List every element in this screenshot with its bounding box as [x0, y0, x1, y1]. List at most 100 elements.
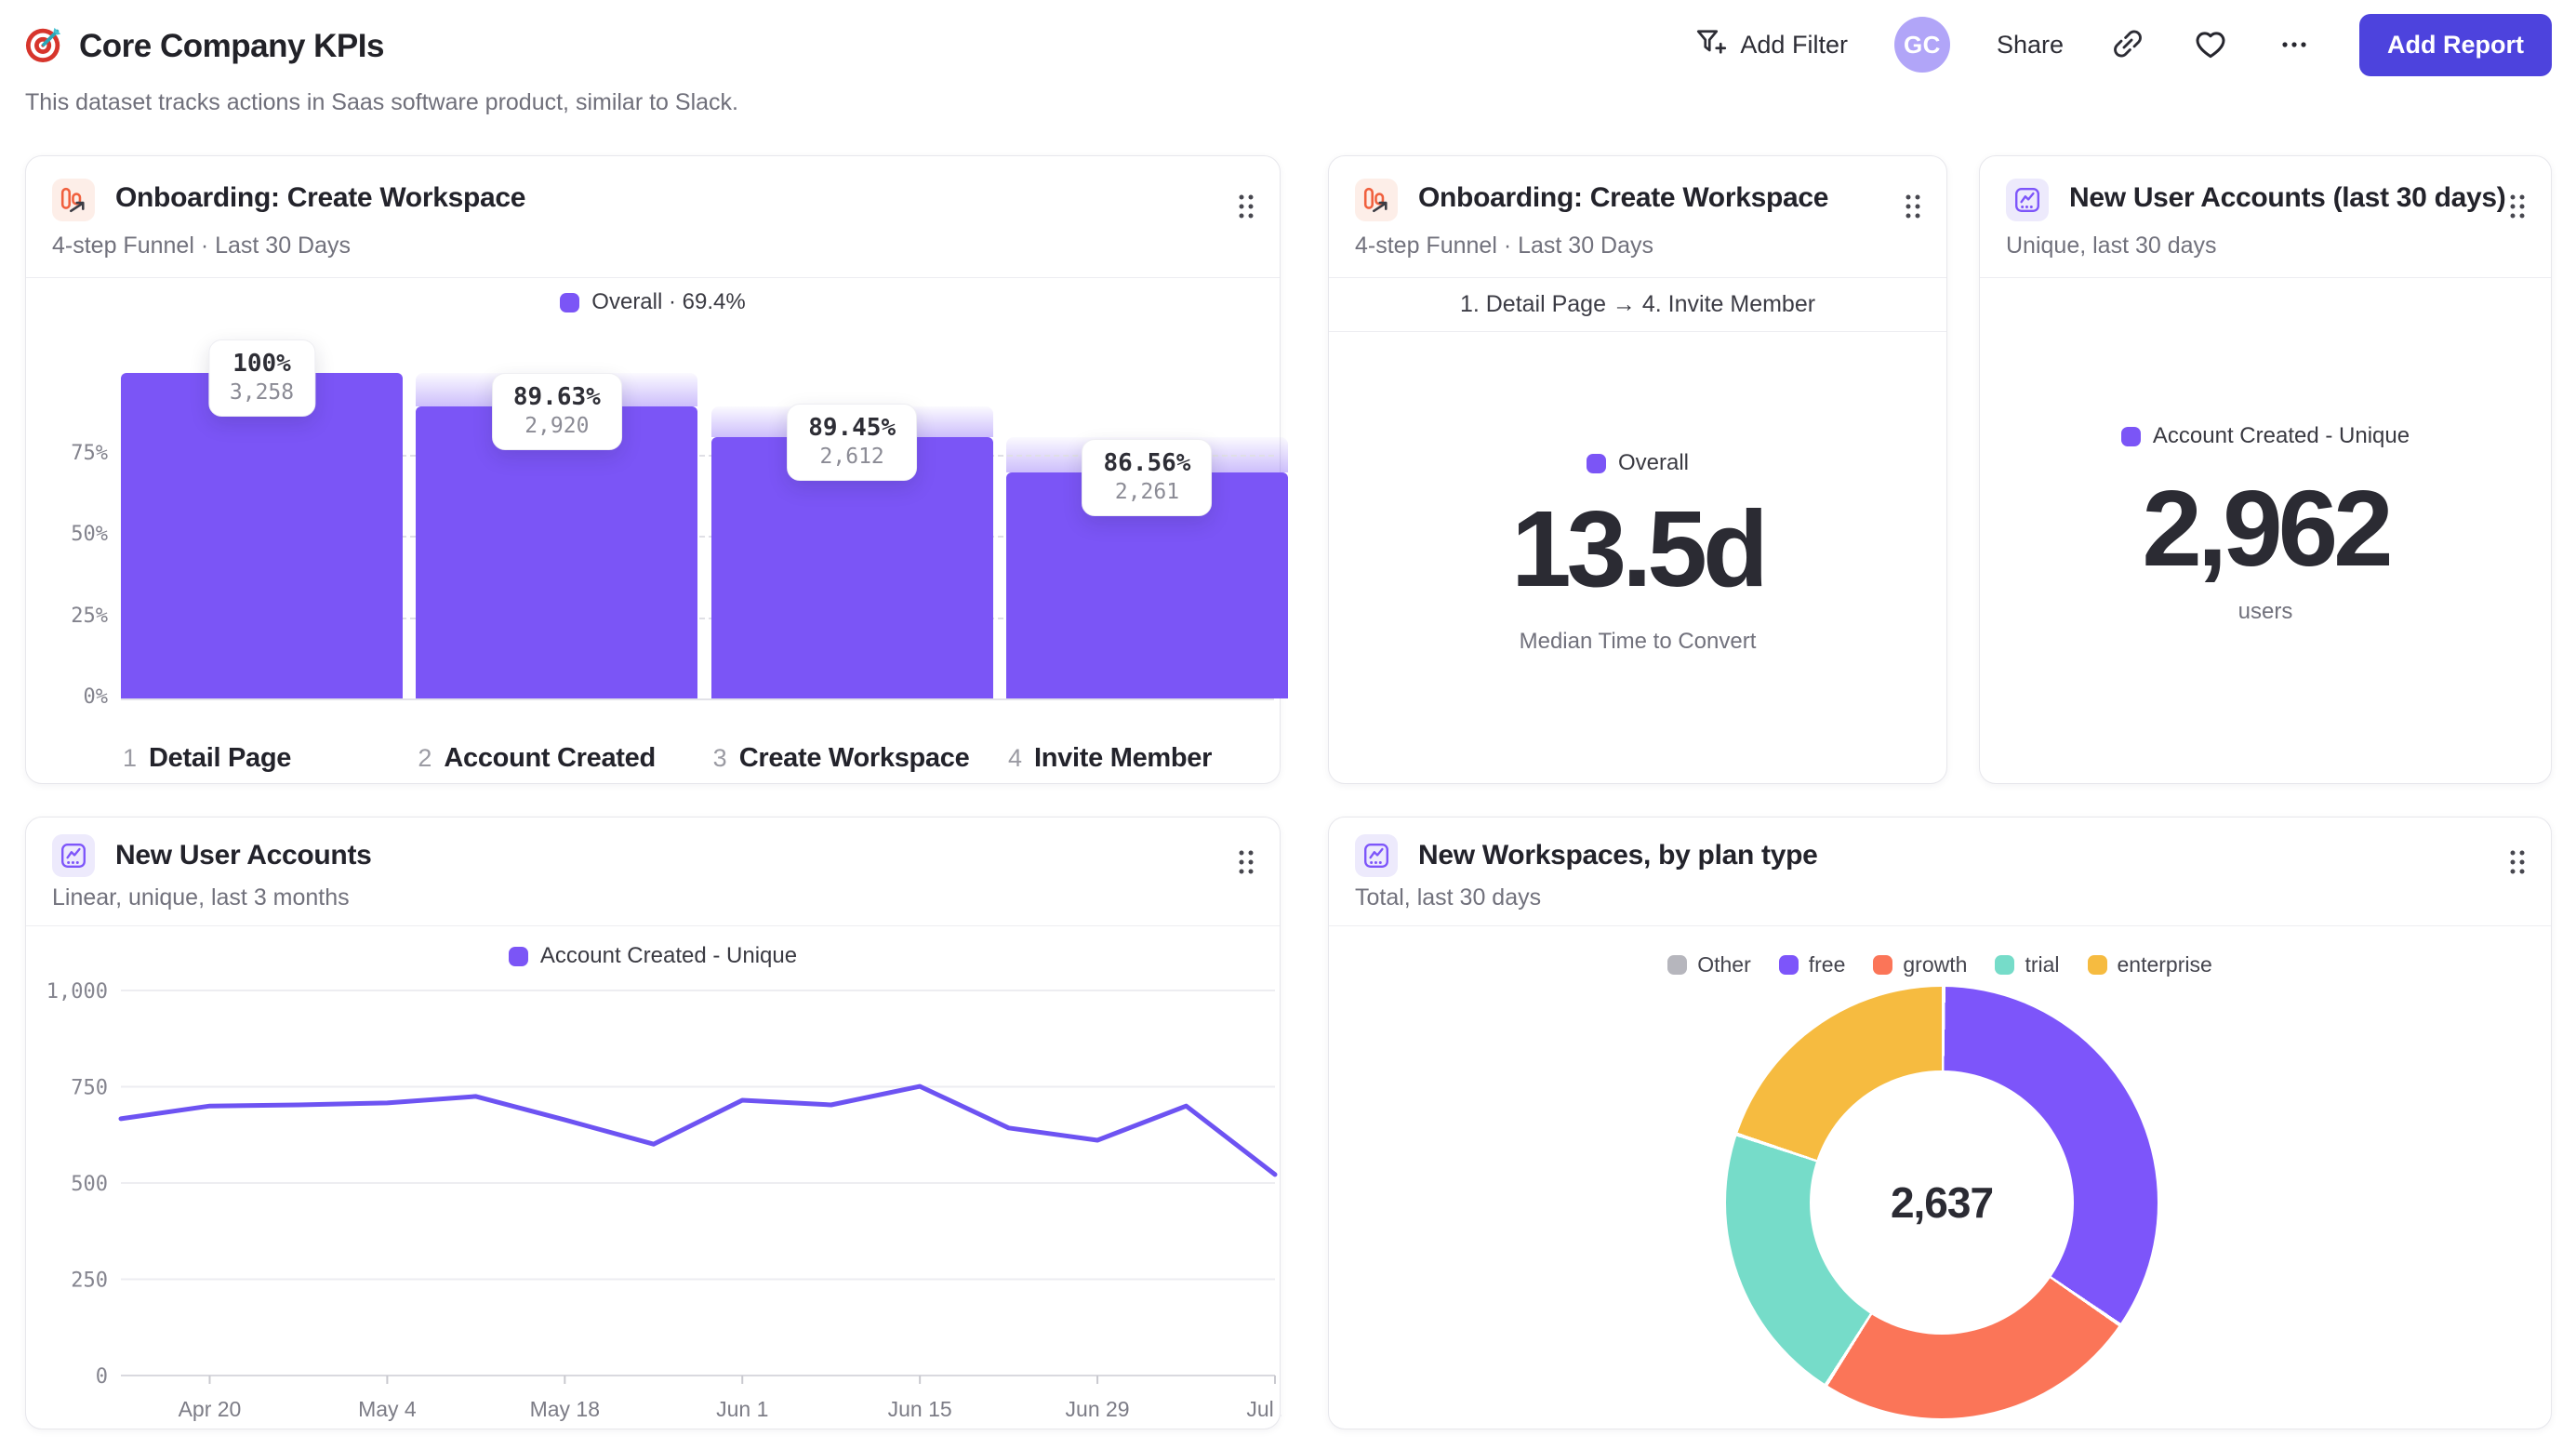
x-axis-label: Jun 29 — [1066, 1397, 1130, 1421]
legend-item-growth[interactable]: growth — [1873, 952, 1967, 977]
step-name: Invite Member — [1034, 743, 1213, 773]
legend-item-trial[interactable]: trial — [1995, 952, 2060, 977]
unique-users-caption: users — [2237, 599, 2293, 624]
filter-plus-icon — [1693, 25, 1727, 65]
funnel-chart: Overall · 69.4% 0% 25% 50% 75% 100% 3,258 1 Det… — [26, 278, 1288, 783]
add-filter-button[interactable]: Add Filter — [1693, 25, 1848, 65]
x-axis-label: Jun 1 — [716, 1397, 768, 1421]
conversion-percent: 89.63% — [512, 383, 601, 412]
legend-swatch — [560, 292, 580, 312]
legend-swatch — [2120, 426, 2141, 446]
step-number: 2 — [418, 744, 432, 772]
avatar[interactable]: GC — [1893, 17, 1950, 73]
stat-legend[interactable]: Overall — [1329, 450, 1946, 476]
card-title: New User Accounts — [115, 840, 372, 871]
header-actions: Add Filter GC Share Add Report — [1693, 9, 2552, 80]
insights-report-icon — [52, 834, 95, 877]
y-axis-label: 25% — [71, 604, 108, 628]
funnel-bar[interactable] — [121, 373, 403, 698]
conversion-count: 2,612 — [819, 445, 884, 470]
drag-handle-icon[interactable] — [1237, 192, 1255, 224]
share-label: Share — [1996, 30, 2065, 59]
top-bar: Core Company KPIs This dataset tracks ac… — [25, 0, 2552, 140]
x-axis-label: May 18 — [530, 1397, 600, 1421]
funnel-report-icon — [52, 179, 95, 221]
legend-label: Overall · 69.4% — [591, 289, 746, 314]
funnel-step-range: 1. Detail Page → 4. Invite Member — [1329, 278, 1946, 332]
legend-item-other[interactable]: Other — [1667, 952, 1751, 977]
page-title: Core Company KPIs — [79, 27, 384, 64]
legend-swatch — [1667, 955, 1688, 975]
stat-legend[interactable]: Account Created - Unique — [1980, 423, 2551, 449]
donut-hole: 2,637 — [1810, 1070, 2074, 1335]
title-row: Core Company KPIs — [25, 24, 384, 68]
y-axis-label: 0% — [83, 685, 109, 709]
unique-users-value: 2,962 — [2142, 468, 2393, 589]
dashboard-page: Core Company KPIs This dataset tracks ac… — [0, 0, 2576, 1449]
drag-handle-icon[interactable] — [2508, 847, 2527, 880]
y-axis-label: 1,000 — [46, 980, 108, 1004]
card-workspaces-by-plan: New Workspaces, by plan type Total, last… — [1328, 817, 2552, 1429]
drag-handle-icon[interactable] — [1237, 847, 1255, 880]
card-subtitle: Total, last 30 days — [1355, 884, 1542, 911]
legend-item-free[interactable]: free — [1778, 952, 1846, 977]
conversion-percent: 86.56% — [1103, 449, 1191, 478]
donut-total: 2,637 — [1890, 1178, 1994, 1227]
step-number: 3 — [712, 744, 727, 772]
funnel-step-label: 4 Invite Member — [1008, 743, 1212, 774]
insights-report-icon — [2006, 179, 2049, 221]
legend-swatch — [1995, 955, 2015, 975]
card-subtitle: 4-step Funnel · Last 30 Days — [52, 233, 351, 259]
drag-handle-icon[interactable] — [1904, 192, 1922, 224]
legend-label: Account Created - Unique — [2152, 423, 2410, 448]
page-subtitle: This dataset tracks actions in Saas soft… — [25, 89, 738, 115]
favorite-button[interactable] — [2192, 25, 2229, 65]
x-axis-label: Jul 13 — [1246, 1397, 1281, 1421]
funnel-bar[interactable] — [416, 406, 698, 698]
funnel-report-icon — [1355, 179, 1398, 221]
more-options-button[interactable] — [2276, 25, 2313, 65]
target-icon — [25, 24, 64, 68]
card-subtitle: Unique, last 30 days — [2006, 233, 2217, 259]
card-title: New Workspaces, by plan type — [1418, 840, 1818, 871]
heart-icon — [2192, 25, 2229, 65]
card-subtitle: 4-step Funnel · Last 30 Days — [1355, 233, 1653, 259]
funnel-step-label: 2 Account Created — [418, 743, 656, 774]
share-button[interactable]: Share — [1997, 31, 2064, 60]
card-subtitle: Linear, unique, last 3 months — [52, 884, 350, 911]
y-axis-label: 75% — [71, 441, 108, 465]
step-name: Account Created — [444, 743, 656, 773]
add-filter-label: Add Filter — [1740, 30, 1848, 59]
card-new-user-accounts-30d: New User Accounts (last 30 days) Unique,… — [1979, 155, 2552, 784]
funnel-value-label: 89.63% 2,920 — [491, 373, 622, 451]
legend-swatch — [2087, 955, 2107, 975]
conversion-count: 3,258 — [229, 380, 295, 405]
conversion-percent: 89.45% — [808, 414, 896, 443]
step-name: Create Workspace — [738, 743, 970, 773]
copy-link-button[interactable] — [2110, 26, 2145, 64]
funnel-value-label: 89.45% 2,612 — [787, 404, 918, 482]
insights-report-icon — [1355, 834, 1398, 877]
gridline — [121, 698, 1274, 700]
legend-label: Other — [1697, 952, 1751, 977]
funnel-step-label: 3 Create Workspace — [713, 743, 970, 774]
drag-handle-icon[interactable] — [2508, 192, 2527, 224]
y-axis-label: 750 — [71, 1077, 108, 1100]
card-title: New User Accounts (last 30 days) — [2069, 182, 2506, 213]
step-number: 1 — [123, 744, 138, 772]
legend-label: growth — [1903, 952, 1968, 977]
legend-label: trial — [2025, 952, 2060, 977]
add-report-button[interactable]: Add Report — [2359, 13, 2552, 76]
donut-chart: Other free growth trial enterprise 2,637 — [1329, 926, 2551, 1429]
legend-label: free — [1808, 952, 1846, 977]
card-new-user-accounts-trend: New User Accounts Linear, unique, last 3… — [25, 817, 1304, 1429]
card-header: Onboarding: Create Workspace 4-step Funn… — [26, 156, 1280, 278]
card-time-to-convert: Onboarding: Create Workspace 4-step Funn… — [1328, 155, 1947, 784]
card-header: New User Accounts (last 30 days) Unique,… — [1980, 156, 2551, 278]
trend-line[interactable] — [118, 1083, 1278, 1177]
y-axis-label: 50% — [71, 523, 108, 546]
funnel-legend[interactable]: Overall · 69.4% — [26, 289, 1280, 315]
step-name: Detail Page — [149, 743, 292, 773]
legend-swatch — [1778, 955, 1799, 975]
legend-item-enterprise[interactable]: enterprise — [2087, 952, 2212, 977]
